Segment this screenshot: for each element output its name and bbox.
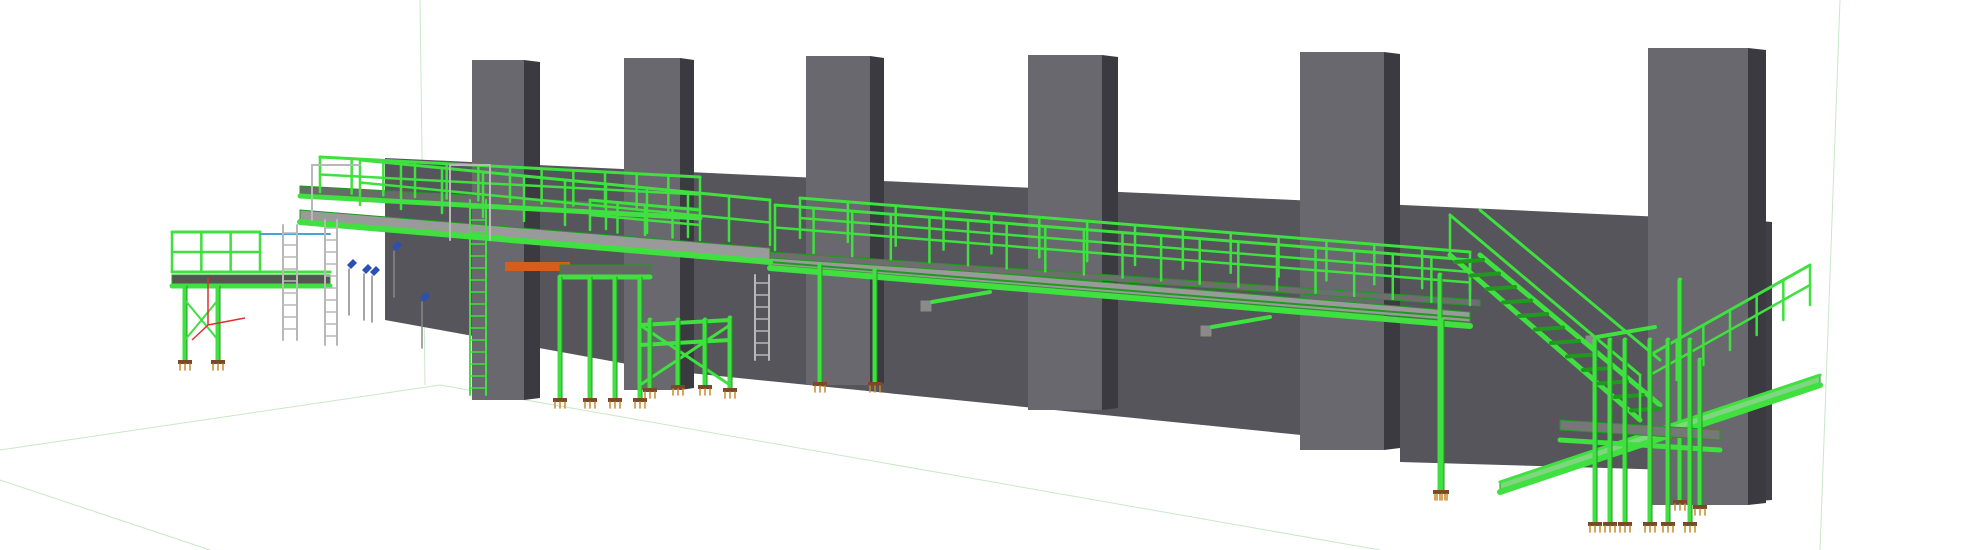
grating-deck	[559, 264, 651, 276]
stair-tread	[1453, 258, 1485, 264]
pillar-side	[1384, 52, 1400, 450]
pipe-fitting	[347, 259, 357, 269]
model-viewport[interactable]: X Y Z	[0, 0, 1978, 550]
steel-column	[211, 283, 225, 371]
stair-tread	[1501, 298, 1533, 305]
steel-column	[178, 283, 192, 371]
stair-tread	[1565, 352, 1597, 359]
axis-y-line	[207, 317, 246, 326]
3d-model-scene[interactable]	[0, 0, 1978, 550]
stair-tread	[1533, 325, 1565, 332]
handrail	[170, 230, 262, 274]
stair-tread	[1549, 339, 1581, 345]
stair-tread	[1469, 271, 1501, 278]
stair-tread	[1517, 312, 1549, 318]
stair-tread	[1629, 406, 1661, 413]
pillar-side	[1748, 48, 1766, 505]
stair-tread	[1485, 285, 1517, 291]
